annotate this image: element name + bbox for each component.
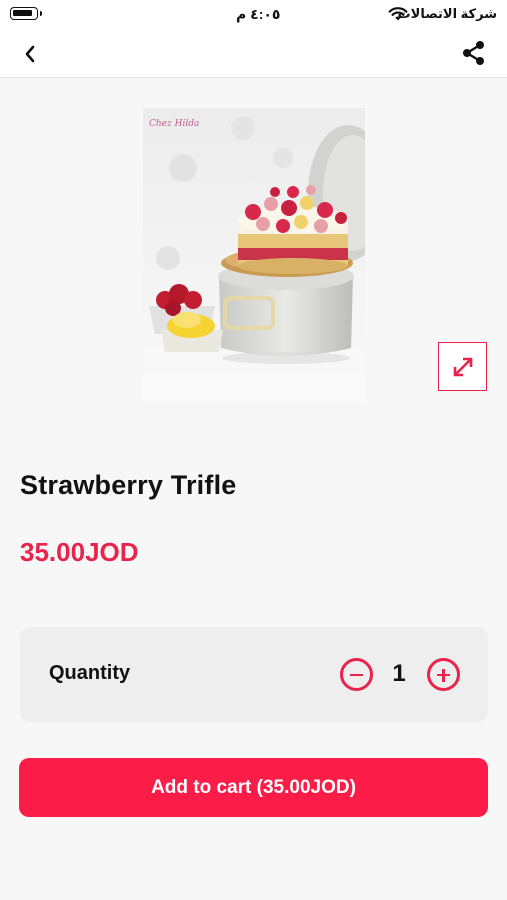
brand-logo: Chez Hilda — [149, 119, 199, 129]
quantity-selector: Quantity 1 — [20, 627, 488, 722]
status-bar: ٤:٠٥ م شركة الاتصالات — [0, 0, 507, 30]
product-title: Strawberry Trifle — [20, 470, 237, 500]
back-button[interactable] — [16, 40, 44, 68]
product-price: 35.00JOD — [20, 537, 139, 567]
add-to-cart-button[interactable]: Add to cart (35.00JOD) — [19, 758, 488, 817]
expand-icon — [453, 357, 472, 376]
share-icon — [463, 41, 484, 65]
decrease-quantity-button[interactable] — [340, 658, 373, 691]
carrier-name: شركة الاتصالات — [397, 6, 497, 21]
nav-bar — [0, 30, 507, 78]
chevron-left-icon — [25, 45, 35, 63]
increase-quantity-button[interactable] — [427, 658, 460, 691]
battery-icon — [10, 7, 42, 20]
share-button[interactable] — [459, 38, 489, 68]
quantity-value: 1 — [392, 660, 406, 687]
expand-image-button[interactable] — [438, 342, 487, 391]
status-time: ٤:٠٥ م — [236, 6, 281, 22]
quantity-label: Quantity — [49, 662, 131, 684]
product-image[interactable]: Chez Hilda — [143, 108, 365, 401]
cake-photo: Chez Hilda — [143, 108, 365, 401]
